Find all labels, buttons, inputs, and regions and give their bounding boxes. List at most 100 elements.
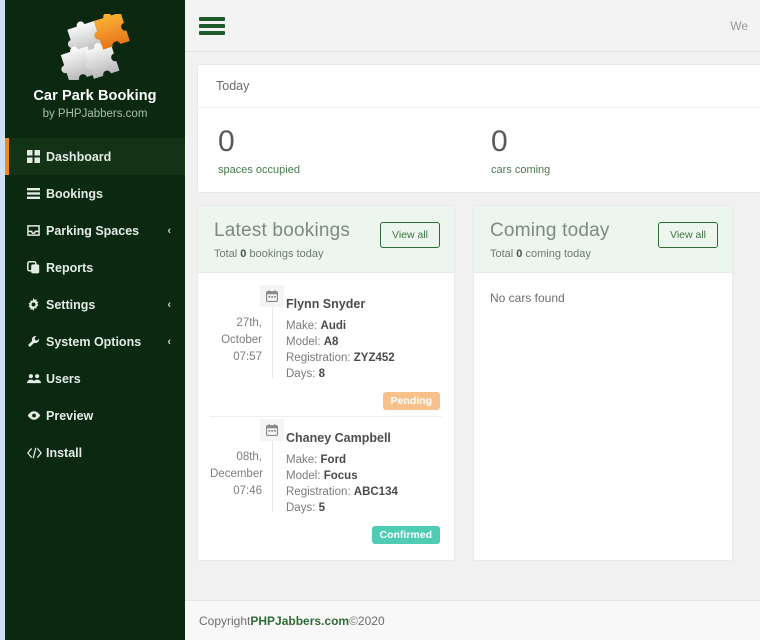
today-panel-heading: Today — [198, 65, 760, 108]
footer-copyright-pre: Copyright — [199, 613, 251, 628]
sidebar-item-dashboard[interactable]: Dashboard — [5, 138, 185, 175]
sidebar-item-install[interactable]: Install — [5, 434, 185, 471]
booking-customer-name: Chaney Campbell — [286, 430, 391, 445]
status-badge: Pending — [382, 391, 440, 410]
puzzle-pieces-logo-icon — [15, 12, 175, 82]
wrench-icon — [27, 335, 46, 348]
coming-today-header: Coming today Total 0 coming today View a… — [474, 205, 732, 273]
stat-value: 0 — [491, 125, 508, 158]
footer-brand: PHPJabbers.com — [250, 613, 350, 628]
field-label: Model: — [286, 335, 324, 348]
field-value: ZYZ452 — [353, 351, 395, 364]
field-value: A8 — [323, 335, 339, 348]
stat-label: spaces occupied — [218, 163, 300, 176]
footer-year: 2020 — [357, 613, 385, 628]
field-label: Days: — [286, 501, 319, 514]
field-label: Days: — [286, 367, 319, 380]
hamburger-menu-icon[interactable] — [199, 14, 225, 38]
card-subtitle: Total 0 coming today — [490, 248, 716, 260]
content-scroll-area: Today 0 spaces occupied 0 cars coming 0 … — [185, 52, 760, 640]
brand-block: Car Park Booking by PHPJabbers.com — [5, 0, 185, 136]
booking-day: 08th, — [236, 450, 262, 463]
latest-bookings-body: 27th, October 07:57 Flynn Snyder Make: A… — [198, 273, 454, 560]
field-label: Make: — [286, 453, 321, 466]
main-content: We Today 0 spaces occupied 0 cars coming… — [185, 0, 760, 640]
gear-icon — [27, 298, 46, 311]
sidebar-item-preview[interactable]: Preview — [5, 397, 185, 434]
sidebar-nav: Dashboard Bookings Parking Spaces ‹ Repo… — [5, 138, 185, 471]
booking-time: 07:46 — [233, 484, 262, 497]
booking-list-item[interactable]: 08th, December 07:46 Chaney Campbell Mak… — [210, 417, 442, 516]
card-subtitle: Total 0 bookings today — [214, 248, 438, 260]
stat-value: 0 — [218, 125, 235, 158]
coming-today-card: Coming today Total 0 coming today View a… — [473, 204, 733, 561]
field-label: Registration: — [286, 485, 354, 498]
field-value: Audi — [320, 319, 347, 332]
sidebar-item-settings[interactable]: Settings ‹ — [5, 286, 185, 323]
booking-model: Model: Focus — [286, 468, 442, 484]
booking-info: Flynn Snyder Make: Audi Model: A8 Regist… — [273, 293, 442, 382]
sidebar-item-users[interactable]: Users — [5, 360, 185, 397]
code-icon — [27, 447, 46, 459]
booking-customer-name: Flynn Snyder — [286, 296, 366, 311]
eye-icon — [27, 409, 46, 422]
booking-day: 27th, — [236, 316, 262, 329]
booking-model: Model: A8 — [286, 334, 442, 350]
field-label: Model: — [286, 469, 324, 482]
sidebar-item-label: System Options — [46, 334, 142, 349]
list-icon — [27, 187, 46, 200]
chevron-left-icon: ‹ — [167, 298, 171, 311]
booking-registration: Registration: ABC134 — [286, 484, 442, 500]
stat-label: cars coming — [491, 163, 551, 176]
sidebar-item-system-options[interactable]: System Options ‹ — [5, 323, 185, 360]
subtitle-pre: Total — [490, 247, 517, 260]
booking-make: Make: Ford — [286, 452, 442, 468]
field-label: Registration: — [286, 351, 354, 364]
booking-days: Days: 5 — [286, 500, 442, 516]
booking-status-row: Pending — [210, 382, 442, 412]
subtitle-pre: Total — [214, 247, 241, 260]
booking-days: Days: 8 — [286, 366, 442, 382]
booking-info: Chaney Campbell Make: Ford Model: Focus … — [273, 427, 442, 516]
field-value: Ford — [320, 453, 347, 466]
brand-title: Car Park Booking — [33, 88, 157, 104]
sidebar: Car Park Booking by PHPJabbers.com Dashb… — [5, 0, 185, 640]
sidebar-item-label: Bookings — [46, 186, 103, 201]
booking-status-row: Confirmed — [210, 516, 442, 546]
sidebar-item-label: Users — [46, 371, 81, 386]
chevron-left-icon: ‹ — [167, 224, 171, 237]
coming-today-empty-message: No cars found — [490, 290, 565, 305]
latest-bookings-card: Latest bookings Total 0 bookings today V… — [197, 204, 455, 561]
copy-icon — [27, 261, 46, 274]
field-value: ABC134 — [353, 485, 398, 498]
dashboard-cards-row: Latest bookings Total 0 bookings today V… — [185, 193, 760, 561]
stat-third-clipped: 0 c — [744, 126, 760, 176]
sidebar-item-label: Preview — [46, 408, 94, 423]
chevron-left-icon: ‹ — [167, 335, 171, 348]
sidebar-item-label: Settings — [46, 297, 96, 312]
booking-month: October — [221, 333, 262, 346]
sidebar-item-label: Reports — [46, 260, 94, 275]
today-panel: Today 0 spaces occupied 0 cars coming 0 … — [197, 64, 760, 193]
app-root: Car Park Booking by PHPJabbers.com Dashb… — [0, 0, 760, 640]
sidebar-item-parking-spaces[interactable]: Parking Spaces ‹ — [5, 212, 185, 249]
booking-list-item[interactable]: 27th, October 07:57 Flynn Snyder Make: A… — [210, 283, 442, 382]
view-all-bookings-button[interactable]: View all — [380, 221, 440, 248]
topbar-welcome-text: We — [730, 18, 748, 33]
booking-registration: Registration: ZYZ452 — [286, 350, 442, 366]
brand-subtitle: by PHPJabbers.com — [42, 108, 148, 120]
footer-symbol: © — [349, 613, 358, 628]
status-badge: Confirmed — [371, 525, 440, 544]
topbar: We — [185, 0, 760, 52]
subtitle-post: bookings today — [246, 247, 324, 260]
sidebar-item-bookings[interactable]: Bookings — [5, 175, 185, 212]
field-value: 8 — [318, 367, 325, 380]
users-icon — [27, 372, 46, 385]
stat-cars-coming: 0 cars coming — [471, 126, 744, 176]
sidebar-item-reports[interactable]: Reports — [5, 249, 185, 286]
inbox-icon — [27, 224, 46, 237]
booking-make: Make: Audi — [286, 318, 442, 334]
grid-icon — [27, 150, 46, 163]
field-value: 5 — [318, 501, 325, 514]
view-all-coming-button[interactable]: View all — [658, 221, 718, 248]
